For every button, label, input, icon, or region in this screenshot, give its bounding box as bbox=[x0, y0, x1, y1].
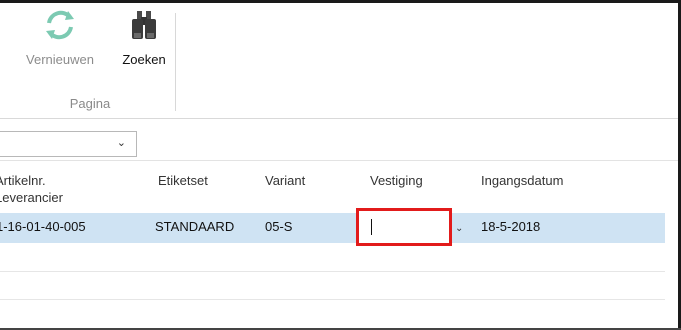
refresh-button[interactable]: Vernieuwen bbox=[20, 7, 100, 85]
search-label: Zoeken bbox=[122, 52, 166, 67]
vestiging-edit-field[interactable] bbox=[356, 208, 452, 246]
grid-top-divider bbox=[0, 160, 678, 161]
ribbon-group-label: Pagina bbox=[69, 96, 111, 111]
ribbon: Vernieuwen Zoeken Pagina bbox=[0, 3, 678, 119]
text-caret bbox=[371, 219, 372, 235]
binoculars-icon bbox=[118, 7, 170, 48]
refresh-label: Vernieuwen bbox=[26, 52, 94, 67]
column-header-variant[interactable]: Variant bbox=[265, 172, 305, 189]
cell-etiketset: STANDAARD bbox=[155, 219, 235, 234]
chevron-down-icon: ⌄ bbox=[116, 137, 126, 149]
column-header-etiketset[interactable]: Etiketset bbox=[158, 172, 208, 189]
empty-row-divider bbox=[0, 271, 665, 272]
column-header-artikelnr[interactable]: Artikelnr. Leverancier bbox=[0, 172, 63, 206]
empty-row-divider bbox=[0, 299, 665, 300]
search-button[interactable]: Zoeken bbox=[118, 7, 170, 85]
column-header-vestiging[interactable]: Vestiging bbox=[370, 172, 423, 189]
dropdown-arrow-icon[interactable]: ⌄ bbox=[455, 223, 463, 234]
ribbon-group-separator bbox=[175, 13, 176, 111]
cell-ingangsdatum: 18-5-2018 bbox=[481, 219, 541, 234]
column-header-ingangsdatum[interactable]: Ingangsdatum bbox=[481, 172, 563, 189]
cell-variant: 05-S bbox=[265, 219, 293, 234]
refresh-icon bbox=[20, 7, 100, 48]
filter-dropdown[interactable]: ⌄ bbox=[0, 131, 137, 157]
cell-artikelnr: 1-16-01-40-005 bbox=[0, 219, 86, 234]
table-row[interactable] bbox=[0, 213, 665, 243]
